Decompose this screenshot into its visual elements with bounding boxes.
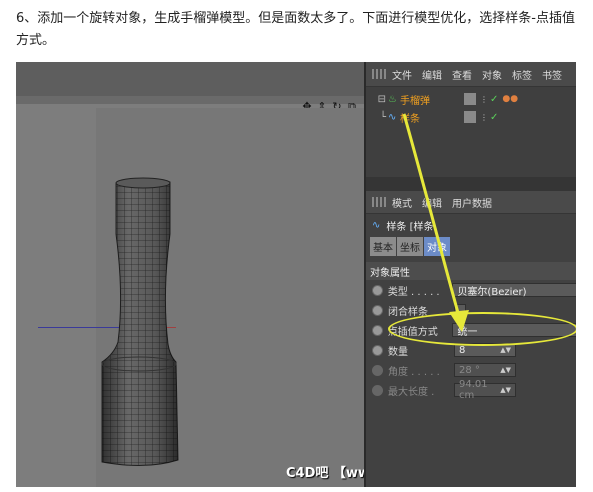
tutorial-caption: 6、添加一个旋转对象，生成手榴弹模型。但是面数太多了。下面进行模型优化，选择样条… xyxy=(16,11,575,48)
c4d-screenshot: ✥ ⇕ ↻ ⧉ C4D吧 文件 编辑 查看 对象 标签 书签 ⊟ ♨ 手榴弹 ⋮… xyxy=(16,62,576,487)
annotation-arrow xyxy=(402,113,469,332)
